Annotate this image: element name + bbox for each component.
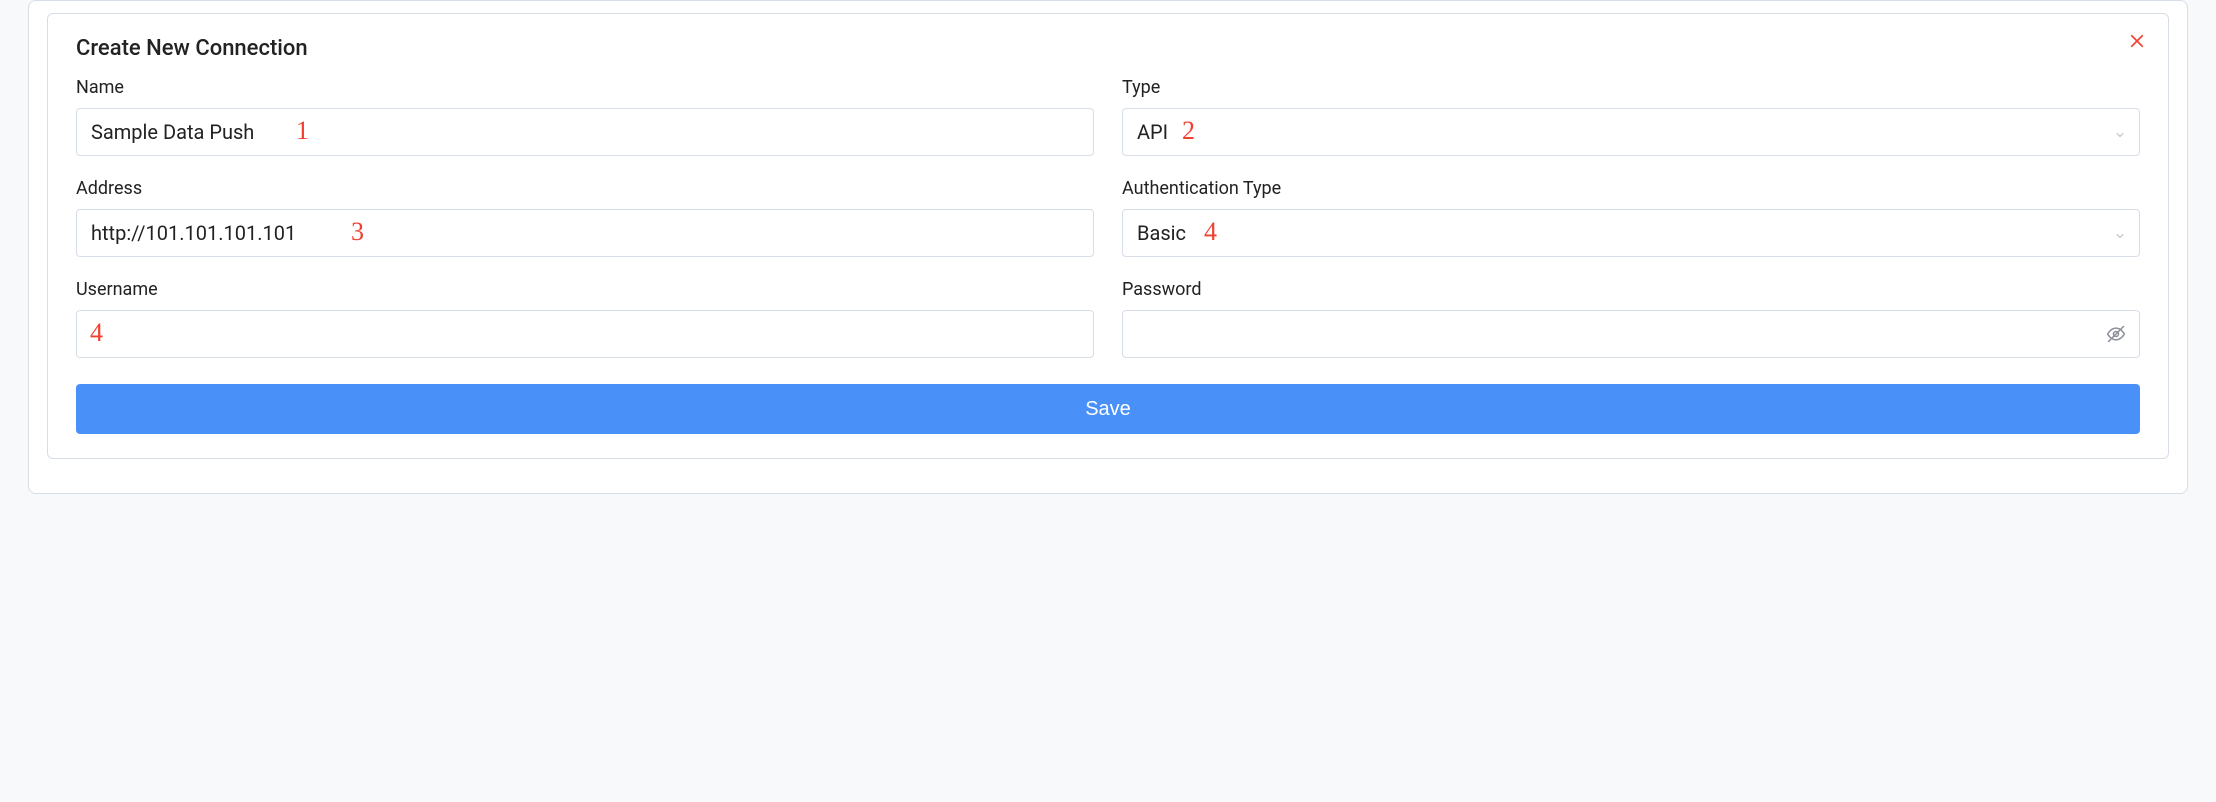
form-title: Create New Connection [76,36,2140,61]
connection-form-card: Create New Connection Name 1 Type API [47,13,2169,459]
auth-type-label: Authentication Type [1122,178,2140,199]
save-button[interactable]: Save [76,384,2140,434]
name-label: Name [76,77,1094,98]
close-icon[interactable] [2128,32,2146,50]
password-label: Password [1122,279,2140,300]
username-field-group: Username 4 [76,279,1094,358]
form-grid: Name 1 Type API 2 Address [76,77,2140,358]
type-select[interactable]: API [1122,108,2140,156]
username-input[interactable] [76,310,1094,358]
name-field-group: Name 1 [76,77,1094,156]
username-label: Username [76,279,1094,300]
password-input[interactable] [1122,310,2140,358]
address-input[interactable] [76,209,1094,257]
auth-type-select[interactable]: Basic [1122,209,2140,257]
address-field-group: Address 3 [76,178,1094,257]
address-label: Address [76,178,1094,199]
eye-off-icon[interactable] [2106,324,2126,344]
auth-type-field-group: Authentication Type Basic 4 [1122,178,2140,257]
outer-card: Create New Connection Name 1 Type API [28,0,2188,494]
type-field-group: Type API 2 [1122,77,2140,156]
type-label: Type [1122,77,2140,98]
password-field-group: Password [1122,279,2140,358]
name-input[interactable] [76,108,1094,156]
